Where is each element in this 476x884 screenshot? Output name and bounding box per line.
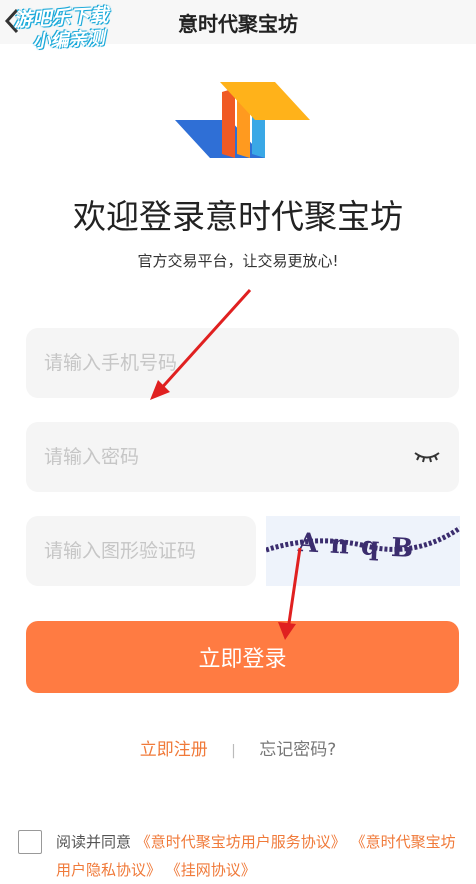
login-button[interactable]: 立即登录: [26, 621, 459, 693]
captcha-input[interactable]: [26, 515, 256, 587]
header-bar: 游吧乐下载 小编亲测 意时代聚宝坊: [0, 0, 476, 53]
app-logo-icon: [175, 82, 310, 158]
links-divider: |: [231, 743, 236, 759]
phone-input[interactable]: [26, 327, 459, 399]
eye-closed-icon[interactable]: [413, 446, 441, 468]
page-title: 意时代聚宝坊: [178, 12, 298, 36]
captcha-code: AnqB: [296, 528, 426, 565]
phone-field: [26, 327, 459, 399]
agreement-section: 阅读并同意 《意时代聚宝坊用户服务协议》 《意时代聚宝坊用户隐私协议》 《挂网协…: [18, 828, 468, 884]
password-field: [26, 421, 459, 493]
service-agreement-link[interactable]: 《意时代聚宝坊用户服务协议》: [136, 833, 346, 851]
password-input[interactable]: [26, 421, 459, 493]
agreement-text: 阅读并同意 《意时代聚宝坊用户服务协议》 《意时代聚宝坊用户隐私协议》 《挂网协…: [56, 828, 468, 884]
agreement-checkbox[interactable]: [18, 830, 42, 854]
auth-links: 立即注册 | 忘记密码?: [0, 735, 476, 760]
captcha-image[interactable]: AnqB: [266, 516, 460, 586]
register-link[interactable]: 立即注册: [140, 740, 208, 760]
listing-agreement-link[interactable]: 《挂网协议》: [166, 861, 256, 879]
welcome-subtitle: 官方交易平台，让交易更放心!: [137, 252, 339, 270]
welcome-heading: 欢迎登录意时代聚宝坊: [73, 197, 403, 236]
captcha-field: [26, 515, 256, 587]
captcha-drawing: AnqB: [266, 525, 460, 565]
agreement-prefix: 阅读并同意: [56, 833, 132, 851]
forgot-password-link[interactable]: 忘记密码?: [259, 740, 336, 760]
